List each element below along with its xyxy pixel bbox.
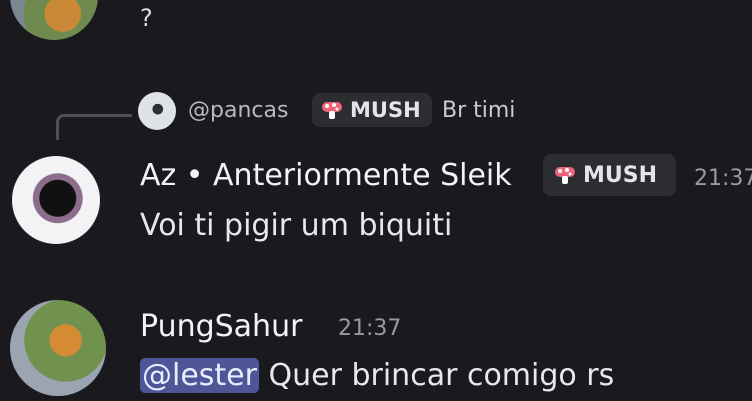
message-text: Voi ti pigir um biquiti <box>140 208 453 243</box>
mention-chip[interactable]: @lester <box>140 358 259 393</box>
timestamp: 21:37 <box>694 166 752 191</box>
tag-label: MUSH <box>350 98 421 122</box>
message-previous: ? <box>0 0 752 40</box>
mushroom-icon <box>322 102 342 119</box>
avatar[interactable] <box>12 156 100 244</box>
avatar[interactable] <box>10 0 98 40</box>
reply-avatar[interactable] <box>138 92 176 130</box>
author-name[interactable]: PungSahur <box>140 309 302 345</box>
tag-badge[interactable]: MUSH <box>543 154 676 196</box>
mushroom-icon <box>555 167 575 184</box>
reply-text: Br timi <box>442 98 516 123</box>
message-text: ? <box>140 4 153 32</box>
reply-tag-badge[interactable]: MUSH <box>312 93 432 127</box>
avatar[interactable] <box>10 300 106 396</box>
tag-label: MUSH <box>583 162 658 188</box>
timestamp: 21:37 <box>338 316 402 341</box>
author-name[interactable]: Az • Anteriormente Sleik <box>140 158 512 194</box>
message-body: Quer brincar comigo rs <box>258 358 615 393</box>
reply-username[interactable]: @pancas <box>188 96 288 126</box>
reply-connector <box>56 114 132 140</box>
message-text: @lester Quer brincar comigo rs <box>140 356 614 396</box>
